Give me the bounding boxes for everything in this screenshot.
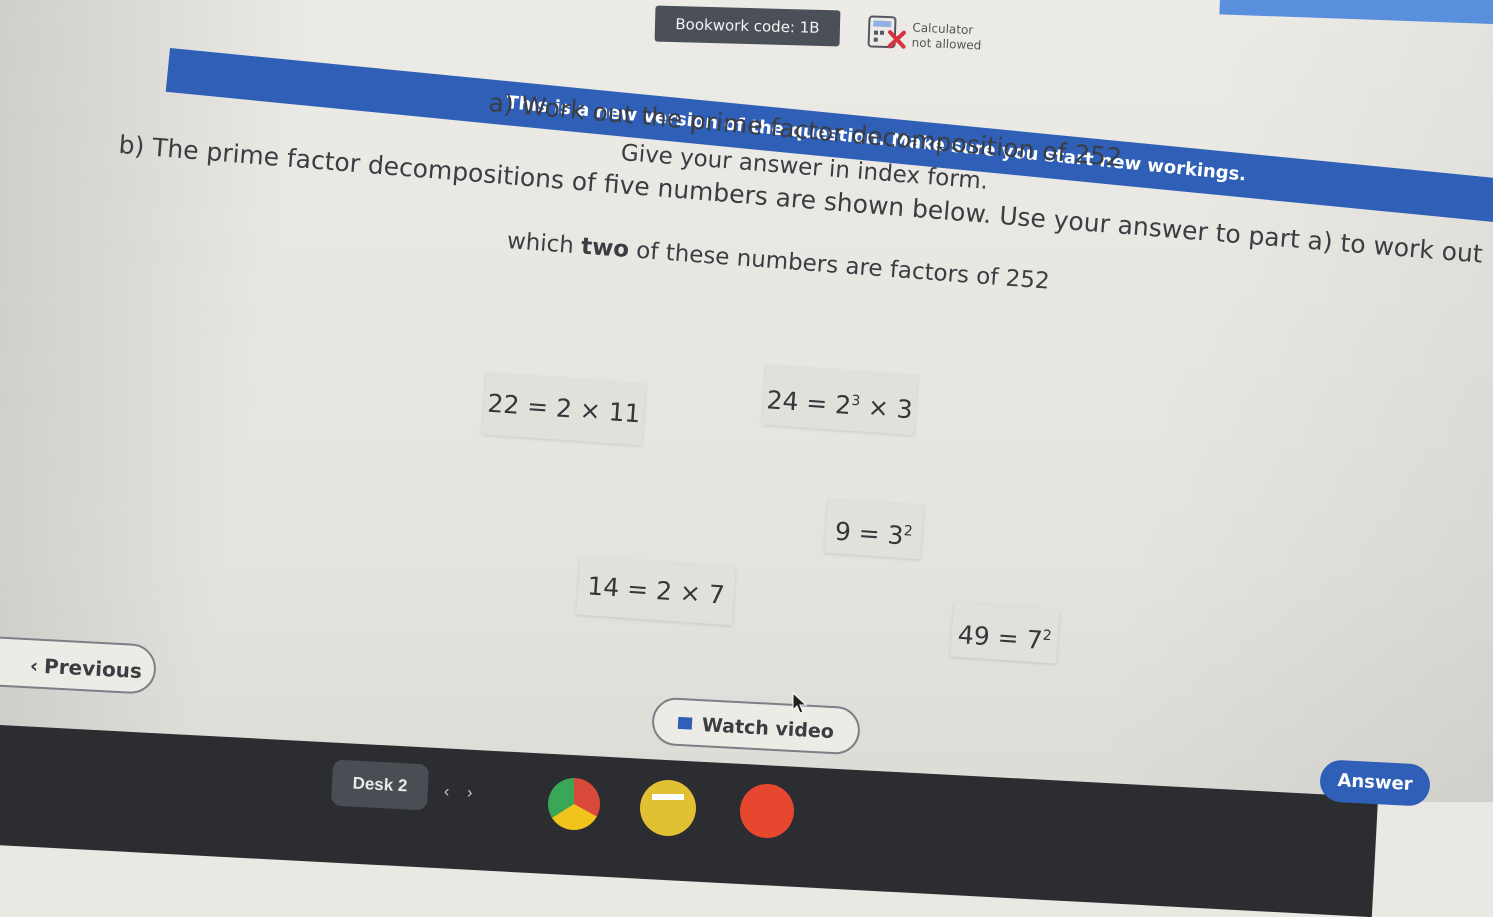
app-icon[interactable] — [740, 784, 794, 838]
card-number: 9 — [833, 516, 852, 547]
video-icon — [677, 716, 693, 730]
previous-button-label: Previous — [43, 654, 143, 684]
factor-card-14: 14 = 2 × 7 — [576, 556, 736, 626]
card-factor: 2 — [834, 390, 853, 421]
calculator-not-allowed-icon — [867, 15, 907, 49]
card-factor: 2 — [655, 576, 673, 607]
card-equals: = — [626, 574, 650, 605]
card-number: 24 — [765, 385, 800, 417]
card-factor: 3 — [886, 520, 905, 551]
factor-card-49: 49 = 72 — [950, 602, 1060, 664]
card-exponent: 3 — [850, 392, 861, 410]
card-times: × — [578, 395, 602, 426]
bookwork-code-badge: Bookwork code: 1B — [654, 5, 841, 47]
desk-switcher[interactable]: Desk 2 — [330, 759, 430, 811]
app-icon[interactable] — [640, 780, 696, 836]
card-factor: 2 — [555, 393, 573, 424]
part-b-text-pre: which — [506, 228, 583, 260]
card-factor: 7 — [1025, 624, 1044, 655]
chevron-left-icon[interactable]: ‹ — [444, 783, 450, 800]
card-factor: 7 — [707, 579, 726, 610]
previous-button[interactable]: ‹ Previous — [0, 635, 158, 695]
desk-nav-arrows[interactable]: ‹ › — [444, 783, 473, 802]
chevron-left-icon: ‹ — [29, 653, 39, 678]
calculator-status: Calculator not allowed — [911, 20, 982, 53]
watch-video-label: Watch video — [701, 714, 835, 744]
card-equals: = — [857, 518, 881, 549]
card-equals: = — [805, 388, 829, 419]
card-equals: = — [526, 391, 550, 422]
chrome-app-icon[interactable] — [548, 778, 600, 830]
card-times: × — [678, 577, 702, 609]
card-factor: 11 — [607, 397, 642, 429]
card-equals: = — [996, 622, 1020, 654]
factor-card-24: 24 = 23 × 3 — [762, 364, 918, 436]
factor-card-9: 9 = 32 — [824, 498, 924, 560]
card-number: 22 — [486, 388, 521, 420]
part-b-text-bold: two — [580, 233, 631, 264]
card-times: × — [866, 392, 890, 423]
chevron-right-icon[interactable]: › — [467, 784, 473, 801]
answer-button[interactable]: Answer — [1318, 759, 1432, 807]
card-exponent: 2 — [903, 523, 914, 540]
calculator-not-allowed-label: not allowed — [911, 35, 982, 53]
mouse-pointer-icon — [792, 692, 808, 714]
factor-card-22: 22 = 2 × 11 — [482, 372, 646, 446]
card-exponent: 2 — [1042, 627, 1053, 645]
card-number: 14 — [586, 571, 621, 603]
card-number: 49 — [957, 620, 991, 652]
card-factor: 3 — [895, 394, 914, 425]
